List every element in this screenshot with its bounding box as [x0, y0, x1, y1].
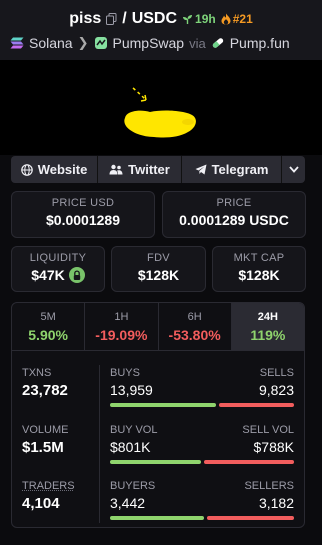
- tab-label: 5M: [40, 311, 56, 323]
- tab-label: 1H: [114, 311, 129, 323]
- buyers-sellers-bar: [110, 516, 294, 520]
- buy-vol-value: $801K: [110, 439, 151, 455]
- banner-image: [124, 87, 196, 138]
- pair-age: 19h: [182, 12, 216, 26]
- buy-sell-volume-split: BUY VOL SELL VOL $801K $788K: [110, 424, 294, 464]
- globe-icon: [20, 163, 33, 176]
- tab-5m[interactable]: 5M 5.90%: [12, 303, 86, 350]
- traders-stat: TRADERS 4,104: [22, 480, 102, 512]
- seedling-icon: [183, 14, 193, 24]
- chevron-down-icon: [288, 166, 299, 173]
- sell-vol-value: $788K: [253, 439, 294, 455]
- txns-label: TXNS: [22, 367, 52, 379]
- fdv-card: FDV $128K: [111, 246, 206, 292]
- buy-sell-volume-bar: [110, 460, 294, 464]
- lock-icon[interactable]: [68, 267, 85, 283]
- price-native-value: 0.0001289 USDC: [179, 212, 289, 228]
- buys-sells-bar: [110, 403, 294, 407]
- buys-bar-fill: [110, 403, 217, 407]
- price-usd-value: $0.0001289: [46, 212, 120, 228]
- trade-stats-panel: 5M 5.90% 1H -19.09% 6H -53.80% 24H 119% …: [11, 302, 305, 528]
- price-usd-card: PRICE USD $0.0001289: [11, 191, 155, 238]
- telegram-label: Telegram: [211, 162, 269, 177]
- more-links-button[interactable]: [282, 156, 305, 183]
- fdv-value: $128K: [137, 267, 180, 283]
- sells-label: SELLS: [259, 367, 294, 379]
- liquidity-card: LIQUIDITY $47K: [11, 246, 105, 292]
- tab-24h[interactable]: 24H 119%: [231, 303, 304, 350]
- buys-sells-split: BUYS SELLS 13,959 9,823: [110, 367, 294, 407]
- launchpad-name[interactable]: Pump.fun: [230, 35, 290, 51]
- tab-1h[interactable]: 1H -19.09%: [85, 303, 159, 350]
- volume-label: VOLUME: [22, 424, 69, 436]
- sells-value: 9,823: [258, 382, 294, 398]
- tab-change: -53.80%: [168, 327, 221, 343]
- txns-value: 23,782: [22, 382, 68, 399]
- market-cap-card: MKT CAP $128K: [212, 246, 306, 292]
- sellers-value: 3,182: [258, 495, 294, 511]
- buy-vol-label: BUY VOL: [110, 424, 158, 436]
- telegram-button[interactable]: Telegram: [182, 156, 281, 183]
- token-header: piss / USDC 19h #21 Solana ❯ PumpSwap vi…: [0, 0, 322, 60]
- tab-6h[interactable]: 6H -53.80%: [159, 303, 232, 350]
- market-cap-value: $128K: [238, 267, 280, 283]
- dex-name[interactable]: PumpSwap: [113, 35, 185, 51]
- pill-icon: [212, 38, 223, 48]
- timeframe-tabs: 5M 5.90% 1H -19.09% 6H -53.80% 24H 119%: [12, 303, 304, 351]
- liquidity-row: $47K: [12, 267, 104, 283]
- tab-label: 24H: [257, 311, 278, 323]
- traders-label: TRADERS: [22, 480, 75, 492]
- users-icon: [109, 164, 123, 175]
- breadcrumb: Solana ❯ PumpSwap via Pump.fun: [10, 35, 290, 51]
- copy-icon[interactable]: [106, 13, 117, 25]
- pumpswap-icon: [94, 37, 107, 49]
- solana-icon: [10, 37, 24, 49]
- price-usd-label: PRICE USD: [51, 197, 115, 209]
- liquidity-label: LIQUIDITY: [29, 252, 87, 264]
- buys-value: 13,959: [110, 382, 153, 398]
- market-cap-label: MKT CAP: [233, 252, 285, 264]
- price-native-card: PRICE 0.0001289 USDC: [162, 191, 306, 238]
- sell-vol-label: SELL VOL: [242, 424, 294, 436]
- buyers-sellers-split: BUYERS SELLERS 3,442 3,182: [110, 480, 294, 520]
- token-symbol: piss: [69, 10, 102, 27]
- quote-symbol: USDC: [131, 10, 178, 27]
- buys-label: BUYS: [110, 367, 140, 379]
- via-label: via: [189, 35, 206, 51]
- tab-change: 5.90%: [28, 327, 68, 343]
- website-label: Website: [37, 162, 88, 177]
- sellers-label: SELLERS: [244, 480, 294, 492]
- chevron-right-icon: ❯: [77, 35, 89, 50]
- tab-change: 119%: [250, 327, 286, 343]
- pair-title: piss / USDC 19h #21: [0, 10, 322, 28]
- tab-label: 6H: [187, 311, 202, 323]
- age-text: 19h: [195, 12, 216, 26]
- sells-bar-fill: [219, 403, 294, 407]
- telegram-icon: [195, 164, 207, 175]
- traders-value: 4,104: [22, 495, 60, 512]
- twitter-label: Twitter: [128, 162, 170, 177]
- social-links: Website Twitter Telegram: [11, 156, 305, 183]
- liquidity-value: $47K: [31, 267, 65, 283]
- fdv-label: FDV: [147, 252, 170, 264]
- rank-text: #21: [232, 12, 253, 26]
- buyers-label: BUYERS: [110, 480, 156, 492]
- flame-icon: [221, 13, 231, 25]
- token-banner: [0, 60, 322, 155]
- website-button[interactable]: Website: [11, 156, 97, 183]
- chain-name[interactable]: Solana: [29, 35, 73, 51]
- buyers-value: 3,442: [110, 495, 146, 511]
- pair-separator: /: [122, 10, 127, 27]
- price-native-label: PRICE: [216, 197, 252, 209]
- trending-rank[interactable]: #21: [221, 12, 253, 26]
- buyers-bar-fill: [110, 516, 205, 520]
- volume-value: $1.5M: [22, 439, 64, 456]
- txns-stat: TXNS 23,782: [22, 367, 102, 399]
- tab-change: -19.09%: [95, 327, 148, 343]
- sell-vol-bar-fill: [204, 460, 294, 464]
- buy-vol-bar-fill: [110, 460, 202, 464]
- twitter-button[interactable]: Twitter: [98, 156, 181, 183]
- volume-stat: VOLUME $1.5M: [22, 424, 102, 456]
- sellers-bar-fill: [207, 516, 294, 520]
